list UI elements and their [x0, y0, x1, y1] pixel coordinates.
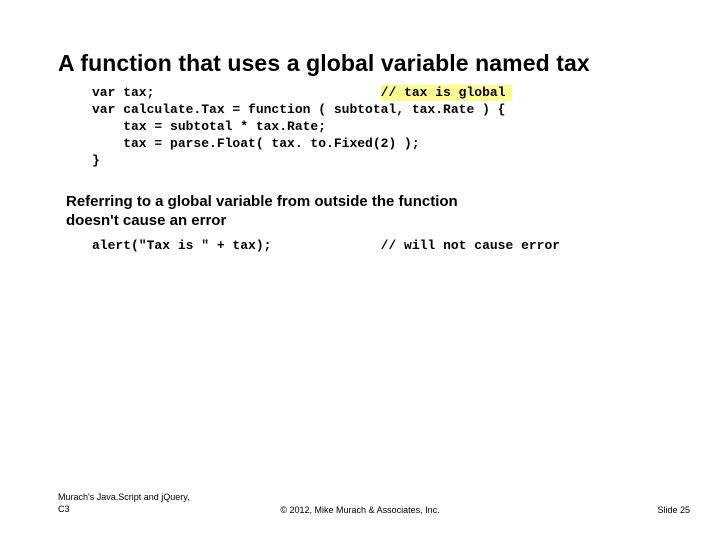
footer-center: © 2012, Mike Murach & Associates, Inc.: [0, 505, 720, 515]
sub-heading-line-2: doesn't cause an error: [66, 212, 226, 229]
sub-heading-line-1: Referring to a global variable from outs…: [66, 193, 458, 210]
slide: A function that uses a global variable n…: [0, 0, 720, 540]
code2-line: alert("Tax is " + tax);: [92, 238, 271, 253]
footer-right: Slide 25: [657, 505, 690, 515]
sub-heading: Referring to a global variable from outs…: [66, 192, 458, 230]
code-line-5: }: [92, 153, 100, 168]
code-block-global-var: var tax; // tax is global var calculate.…: [92, 84, 512, 169]
code-line-2: var calculate.Tax = function ( subtotal,…: [92, 102, 505, 117]
slide-title: A function that uses a global variable n…: [58, 50, 590, 77]
code-line-4: tax = parse.Float( tax. to.Fixed(2) );: [92, 136, 420, 151]
code-line-1-pad: [154, 85, 380, 100]
code2-pad: [271, 238, 380, 253]
code-line-1-comment-highlight: // tax is global: [381, 85, 512, 101]
code2-comment: // will not cause error: [381, 238, 560, 253]
footer-left-line-1: Murach's Java.Script and jQuery,: [58, 492, 190, 502]
code-line-3: tax = subtotal * tax.Rate;: [92, 119, 326, 134]
code-line-1a: var tax;: [92, 85, 154, 100]
code-block-alert: alert("Tax is " + tax); // will not caus…: [92, 238, 560, 253]
